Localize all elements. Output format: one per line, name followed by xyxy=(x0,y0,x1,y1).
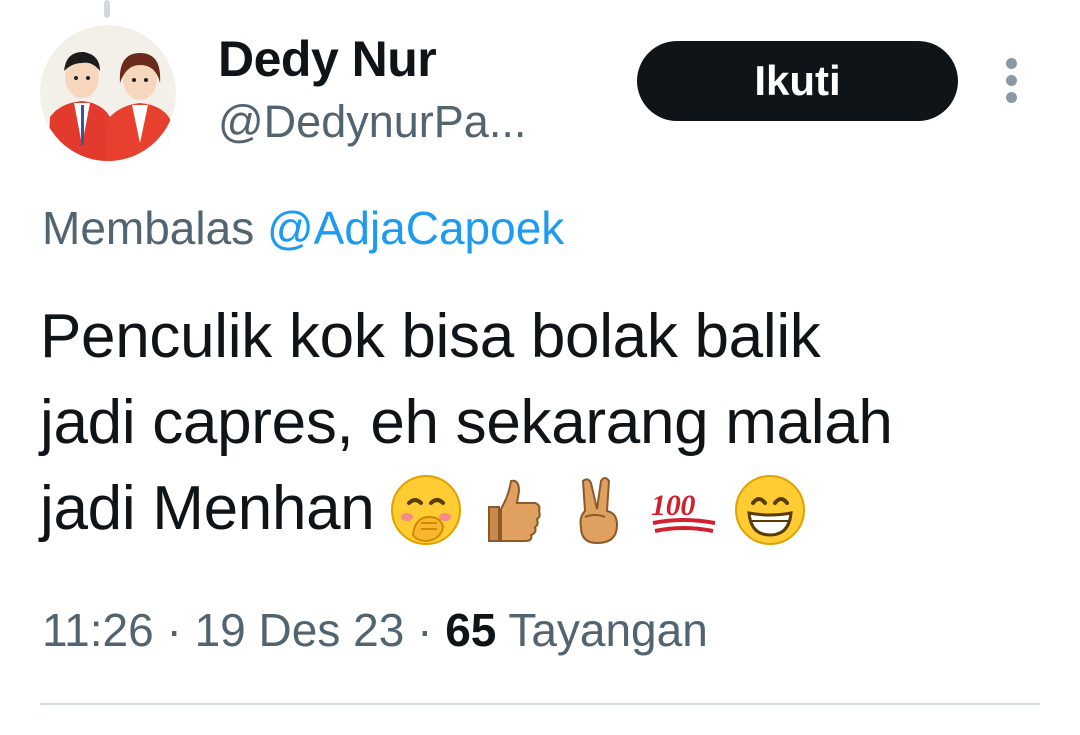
tweet-text-line: jadi capres, eh sekarang malah xyxy=(40,388,893,457)
divider xyxy=(40,703,1040,705)
thread-connector-line xyxy=(104,0,110,18)
tweet-text: Penculik kok bisa bolak balik jadi capre… xyxy=(40,294,1050,552)
face-with-hand-over-mouth-icon xyxy=(389,473,463,547)
reply-prefix: Membalas xyxy=(42,202,255,254)
tweet-time[interactable]: 11:26 xyxy=(42,604,154,656)
follow-button[interactable]: Ikuti xyxy=(637,41,958,121)
grinning-face-icon xyxy=(733,473,807,547)
victory-hand-icon xyxy=(561,473,635,547)
tweet-text-segment: jadi Menhan xyxy=(40,474,375,543)
emoji-group: 100 xyxy=(389,464,819,550)
author-handle[interactable]: @DedynurPa... xyxy=(218,95,526,149)
tweet-text-line: jadi Menhan 100 xyxy=(40,466,1050,552)
avatar[interactable] xyxy=(40,25,176,161)
meta-separator: · xyxy=(417,604,433,656)
meta-separator: · xyxy=(166,604,182,656)
more-vertical-icon[interactable] xyxy=(996,56,1028,106)
thumbs-up-icon xyxy=(475,473,549,547)
tweet-date[interactable]: 19 Des 23 xyxy=(195,604,405,656)
views-label: Tayangan xyxy=(508,604,708,656)
tweet-meta: 11:26 · 19 Des 23 · 65 Tayangan xyxy=(42,600,708,660)
avatar-image xyxy=(40,25,176,161)
author-display-name[interactable]: Dedy Nur xyxy=(218,30,437,88)
tweet-text-line: Penculik kok bisa bolak balik xyxy=(40,302,821,371)
views-count: 65 xyxy=(445,604,497,656)
hundred-points-icon: 100 xyxy=(647,473,721,547)
reply-context: Membalas @AdjaCapoek xyxy=(42,198,564,258)
reply-mention-link[interactable]: @AdjaCapoek xyxy=(267,202,564,254)
svg-text:100: 100 xyxy=(651,489,695,522)
